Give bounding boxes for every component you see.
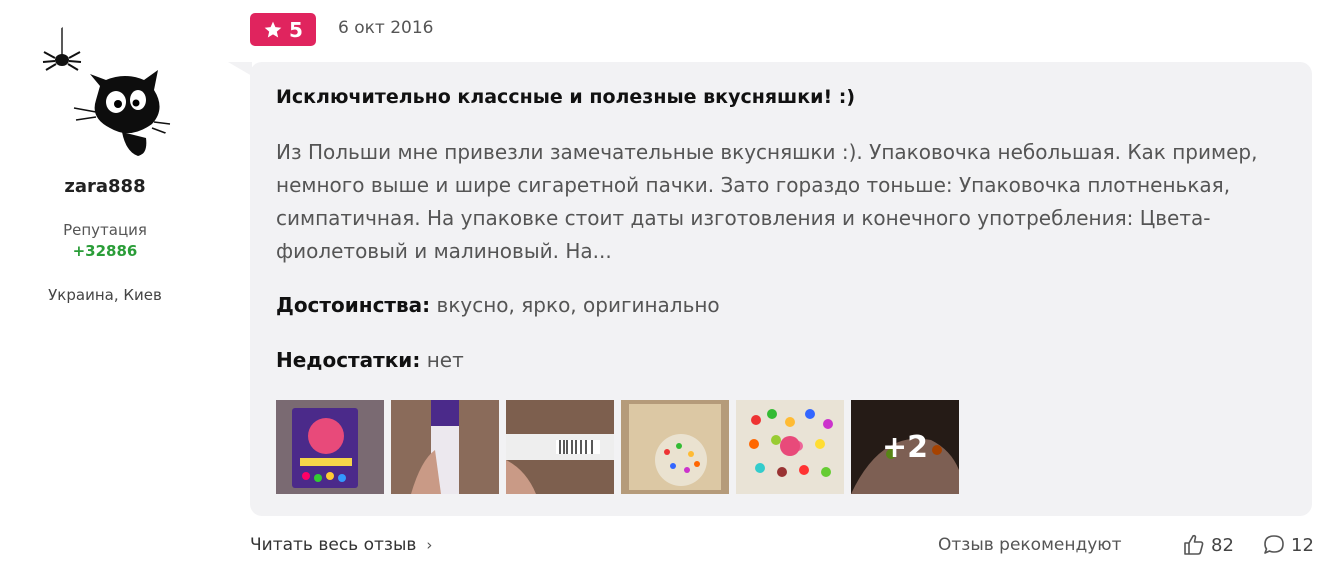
box-side-photo (391, 400, 499, 494)
pros-value: вкусно, ярко, оригинально (436, 293, 720, 317)
beans-tray-photo (736, 400, 844, 494)
cons-label: Недостатки: (276, 348, 421, 372)
thumbs-up-icon (1184, 534, 1204, 555)
comment-icon (1264, 535, 1284, 554)
likes-count: 82 (1211, 534, 1234, 556)
comments-count: 12 (1291, 534, 1314, 556)
rating-badge: 5 (250, 13, 316, 46)
bubble-tail (228, 62, 252, 76)
reputation-value: +32886 (72, 242, 138, 260)
reputation-label: Репутация (63, 221, 147, 239)
username[interactable]: zara888 (0, 176, 210, 197)
pros-label: Достоинства: (276, 293, 431, 317)
box-barcode-photo (506, 400, 614, 494)
review-date: 6 окт 2016 (338, 18, 434, 38)
like-button[interactable]: 82 (1182, 533, 1234, 557)
photo-thumbnail[interactable] (506, 400, 614, 494)
star-icon (264, 21, 282, 37)
rating-value: 5 (289, 17, 303, 42)
review-title[interactable]: Исключительно классные и полезные вкусня… (276, 86, 855, 108)
photo-thumbnail[interactable] (621, 400, 729, 494)
read-full-label: Читать весь отзыв (250, 535, 417, 555)
review-cons: Недостатки: нет (276, 348, 464, 372)
avatar[interactable] (30, 14, 180, 164)
chevron-right-icon: › (426, 536, 433, 554)
box-back-photo (621, 400, 729, 494)
cat-spider-avatar-image (42, 14, 171, 156)
recommend-label: Отзыв рекомендуют (938, 535, 1122, 555)
photo-thumbnail[interactable] (391, 400, 499, 494)
photo-thumbnail[interactable] (736, 400, 844, 494)
photo-thumbnail-more[interactable]: +2 (851, 400, 959, 494)
photo-gallery: +2 (276, 400, 959, 494)
photo-thumbnail[interactable] (276, 400, 384, 494)
read-full-review-link[interactable]: Читать весь отзыв › (250, 535, 432, 555)
review-body[interactable]: Из Польши мне привезли замечательные вку… (276, 136, 1296, 268)
cons-value: нет (426, 348, 464, 372)
review-pros: Достоинства: вкусно, ярко, оригинально (276, 293, 720, 317)
more-photos-count: +2 (851, 400, 959, 494)
jelly-bean-box-front-photo (276, 400, 384, 494)
user-location: Украина, Киев (48, 286, 162, 304)
comments-button[interactable]: 12 (1262, 533, 1314, 557)
